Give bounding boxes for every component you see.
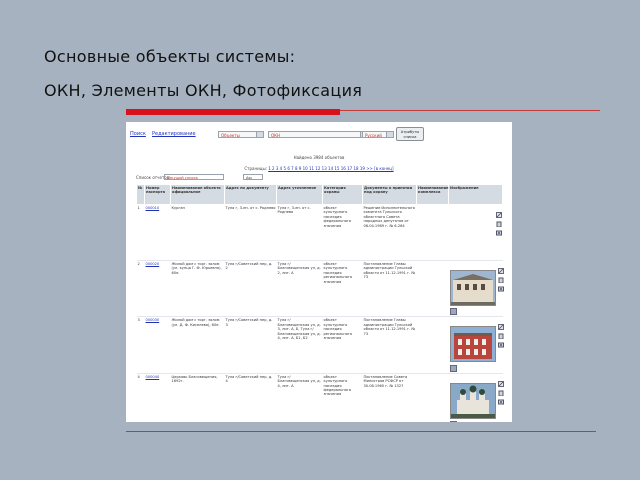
edit-link[interactable]: Редактирование [152,131,196,137]
delete-icon[interactable] [498,390,504,396]
photo-icon[interactable] [497,399,504,405]
slide-title-line-1: Основные объекты системы: [44,47,296,66]
chevron-down-icon [256,132,263,137]
address-exact: Тула г/Благовещенская ул, д. 3, лит. А, … [276,316,323,374]
image-cell [448,373,504,422]
search-link[interactable]: Поиск [130,131,146,137]
photo-icon[interactable] [497,342,504,348]
col-header[interactable]: Наименование комплекса [416,184,449,205]
col-header[interactable]: Документы о принятии под охрану [362,184,417,205]
delete-icon[interactable] [496,221,502,227]
button-label-2: списка [403,135,417,139]
church-photo[interactable] [449,382,496,419]
found-count: Найдено 3984 объектов [293,155,345,160]
protection-category: объект культурного наследия региональног… [322,260,363,318]
address-document: Тула г/Советский пер, д. 2 [224,260,277,318]
top-divider [340,110,600,111]
col-header[interactable]: Адрес по документу [224,184,277,205]
address-document: Тула г/Советский пер, д. 4 [224,373,277,422]
protection-category: объект культурного наследия региональног… [322,316,363,374]
toolbar: Поиск Редактирование Объекты ОКН Русский… [126,122,512,146]
object-name: Церковь Благовещения, 1692г. [170,373,225,422]
protection-category: объект культурного наследия федерального… [322,204,363,261]
row-actions [497,268,504,315]
sort-order-select[interactable]: Asc [243,174,263,180]
complex-name [416,316,449,374]
objects-table: № Номер паспорта Наименование объекта оф… [136,184,504,422]
object-type-select[interactable]: Объекты [218,131,264,138]
image-cell [448,260,504,318]
row-number: 1 [136,204,145,261]
edit-icon[interactable] [497,324,504,331]
pagination: Страницы: 1 2 3 4 5 6 7 8 9 10 11 12 13 … [126,166,512,171]
pagination-label: Страницы: [244,166,267,171]
edit-icon[interactable] [497,380,504,387]
building-photo[interactable] [449,326,496,363]
address-document: Тула г/Советский пер, д. 3 [224,316,277,374]
building-photo[interactable] [449,270,496,306]
photo-icon[interactable] [495,230,502,236]
col-header[interactable]: Номер паспорта [144,184,171,205]
language-select[interactable]: Русский [362,131,394,138]
okn-select[interactable]: ОКН [268,131,368,138]
address-document: Тула г, 3-ен. от с. Роднево [224,204,277,261]
zoom-icon[interactable] [449,421,457,422]
bottom-divider [126,431,596,432]
edit-icon[interactable] [495,212,502,218]
complex-name [416,260,449,318]
list-attributes-button[interactable]: Атрибуты списка [396,127,424,141]
col-header[interactable]: Адрес уточненное [276,184,323,205]
passport-link[interactable]: 000010 [144,204,171,261]
chevron-down-icon [386,132,393,137]
table-header: № Номер паспорта Наименование объекта оф… [136,184,503,205]
passport-link[interactable]: 000020 [144,260,171,318]
pagination-links[interactable]: 1 2 3 4 5 6 7 8 9 10 11 12 13 14 15 16 1… [268,166,393,171]
documents: Решение Исполнительного комитета Тульско… [362,204,417,261]
object-name: Жилой дом с торг. залом (ул. купца Г. Ф.… [170,260,225,318]
accent-bar [126,109,340,115]
photo-icon[interactable] [497,286,504,292]
passport-link[interactable]: 000030 [144,316,171,374]
image-cell [448,204,503,261]
col-header[interactable]: Наименование объекта официальное [170,184,225,205]
slide-title-line-2: ОКН, Элементы ОКН, Фотофиксация [44,81,363,100]
row-number: 3 [136,316,145,374]
zoom-icon[interactable] [449,308,457,316]
okn-value: ОКН [271,133,280,138]
documents: Постановление Совета Министров РСФСР от … [362,373,417,422]
edit-icon[interactable] [497,268,504,274]
zoom-icon[interactable] [449,364,457,372]
col-header[interactable]: Категория охраны [322,184,363,205]
row-actions [497,324,504,371]
row-actions [495,212,502,236]
col-header[interactable]: № [136,184,145,205]
delete-icon[interactable] [498,277,504,283]
row-number: 2 [136,260,145,318]
row-number: 4 [136,373,145,422]
address-exact: Тула г/Благовещенская ул, д. 4, лит. А [276,373,323,422]
protection-category: объект культурного наследия федерального… [322,373,363,422]
report-list-select[interactable]: Текущий список [164,174,224,180]
image-cell [448,316,504,374]
complex-name [416,204,449,261]
button-label-1: Атрибуты [400,130,420,134]
passport-link[interactable]: 000040 [144,373,171,422]
address-exact: Тула г/Благовещенская ул, д. 2, лит. А [276,260,323,318]
object-type-value: Объекты [221,133,240,138]
documents: Постановление Главы администрации Тульск… [362,316,417,374]
complex-name [416,373,449,422]
app-screenshot: Поиск Редактирование Объекты ОКН Русский… [126,122,512,422]
table-row: 1 000010 Курган Тула г, 3-ен. от с. Родн… [136,204,503,261]
delete-icon[interactable] [498,333,504,340]
documents: Постановление Главы администрации Тульск… [362,260,417,318]
row-actions [497,380,504,422]
table-row: 3 000030 Жилой дом с торг. залом (ул. Д.… [136,316,504,374]
address-exact: Тула г, 3-ен. от с. Роднево [276,204,323,261]
object-name: Курган [170,204,225,261]
table-row: 2 000020 Жилой дом с торг. залом (ул. ку… [136,260,504,318]
col-header[interactable]: Изображение [448,184,503,205]
table-row: 4 000040 Церковь Благовещения, 1692г. Ту… [136,373,504,422]
language-value: Русский [365,133,382,138]
object-name: Жилой дом с торг. залом (ул. Д. Ф. Кисел… [170,316,225,374]
